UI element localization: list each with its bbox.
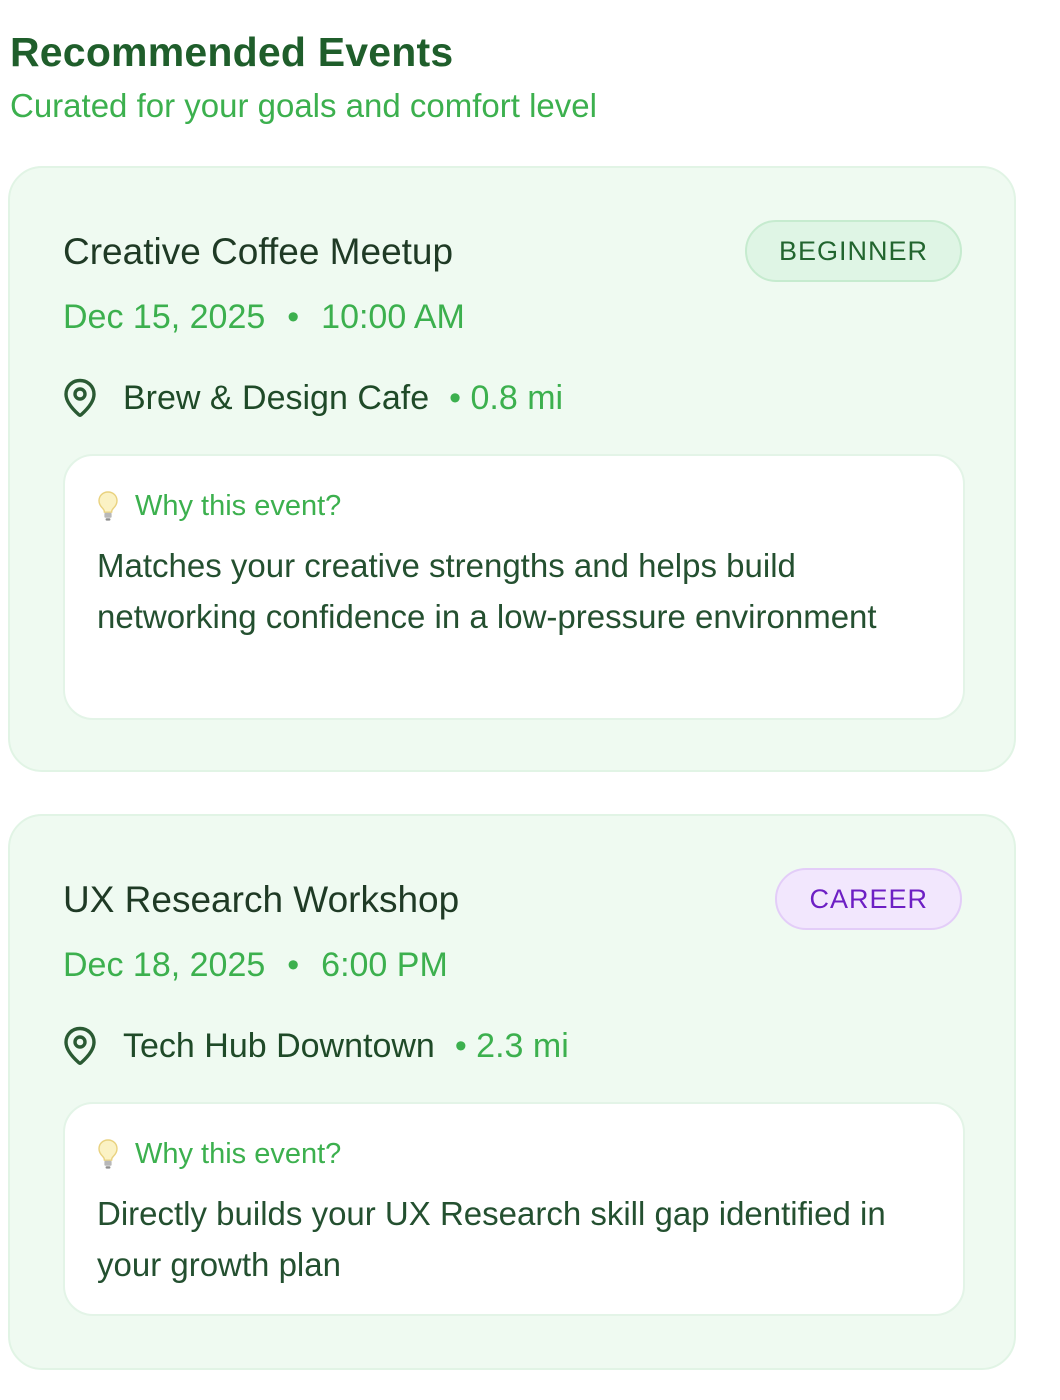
event-venue: Brew & Design Cafe [123, 379, 430, 417]
event-title: UX Research Workshop [63, 879, 460, 920]
section-header: Recommended Events Curated for your goal… [10, 28, 597, 126]
datetime-separator: • [287, 298, 300, 336]
event-category-badge: CAREER [775, 868, 962, 930]
why-this-event-box: Why this event? Directly builds your UX … [63, 1102, 965, 1316]
lightbulb-icon [97, 1138, 119, 1170]
event-time: 10:00 AM [321, 298, 465, 336]
datetime-separator: • [287, 946, 300, 984]
event-distance: • 0.8 mi [449, 379, 564, 417]
event-card[interactable]: Creative Coffee Meetup BEGINNER Dec 15, … [8, 166, 1016, 772]
page-title: Recommended Events [10, 29, 454, 75]
map-pin-icon [63, 378, 97, 418]
why-description: Matches your creative strengths and help… [97, 547, 877, 635]
why-description: Directly builds your UX Research skill g… [97, 1195, 886, 1283]
event-title: Creative Coffee Meetup [63, 231, 454, 272]
event-location: Brew & Design Cafe • 0.8 mi [63, 376, 563, 420]
event-distance: • 2.3 mi [454, 1027, 569, 1065]
why-label: Why this event? [135, 490, 342, 522]
page-subtitle: Curated for your goals and comfort level [10, 87, 597, 124]
event-venue: Tech Hub Downtown [123, 1027, 435, 1065]
event-date: Dec 15, 2025 [63, 298, 266, 336]
event-location: Tech Hub Downtown • 2.3 mi [63, 1024, 569, 1068]
map-pin-icon [63, 1026, 97, 1066]
why-label: Why this event? [135, 1138, 342, 1170]
why-this-event-box: Why this event? Matches your creative st… [63, 454, 965, 720]
event-datetime: Dec 15, 2025 • 10:00 AM [63, 296, 465, 338]
event-time: 6:00 PM [321, 946, 448, 984]
event-level-badge: BEGINNER [744, 220, 962, 282]
event-datetime: Dec 18, 2025 • 6:00 PM [63, 944, 448, 986]
lightbulb-icon [97, 490, 119, 522]
why-header: Why this event? [97, 488, 341, 524]
why-header: Why this event? [97, 1136, 341, 1172]
event-card[interactable]: UX Research Workshop CAREER Dec 18, 2025… [8, 814, 1016, 1370]
event-date: Dec 18, 2025 [63, 946, 266, 984]
